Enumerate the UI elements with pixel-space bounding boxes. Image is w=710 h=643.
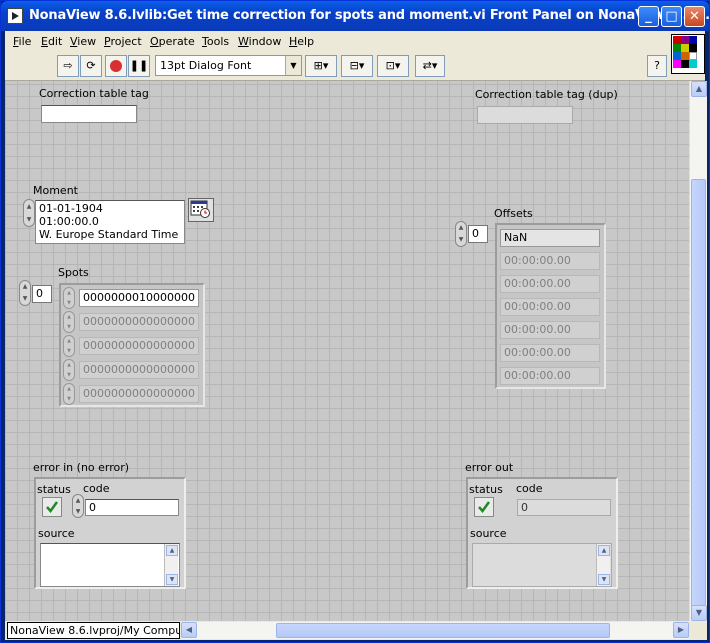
error-in-code-label: code [83, 482, 110, 495]
scroll-left-icon[interactable]: ◀ [181, 622, 197, 638]
vertical-scrollbar[interactable]: ▲ ▼ [689, 81, 707, 621]
font-select-value: 13pt Dialog Font [160, 59, 252, 72]
horizontal-scroll-thumb[interactable] [276, 623, 610, 638]
app-window: NonaView 8.6.lvlib:Get time correction f… [0, 0, 710, 643]
spots-index-stepper[interactable]: ▲ ▼ [19, 280, 31, 306]
spot-value: 0000000000000000 [79, 313, 199, 331]
spot-value[interactable]: 0000000010000000 [79, 289, 199, 307]
spot-stepper-icon[interactable]: ▲ ▼ [63, 287, 75, 309]
offset-value: 00:00:00.00 [500, 367, 600, 385]
offset-value: NaN [500, 229, 600, 247]
offsets-index[interactable]: 0 [468, 225, 488, 243]
scroll-down-icon[interactable]: ▼ [166, 574, 178, 585]
spot-stepper-icon: ▲ ▼ [63, 383, 75, 405]
moment-timestamp[interactable]: 01-01-1904 01:00:00.0 W. Europe Standard… [35, 200, 185, 244]
scroll-down-icon[interactable]: ▼ [691, 605, 707, 621]
window-title: NonaView 8.6.lvlib:Get time correction f… [29, 8, 710, 23]
error-in-source-field[interactable] [40, 543, 180, 587]
align-icon[interactable]: ⊞▾ [305, 55, 337, 77]
offset-value: 00:00:00.00 [500, 275, 600, 293]
moment-time: 01:00:00.0 [39, 215, 99, 228]
correction-tag-input[interactable] [41, 105, 137, 123]
toolbar: ⇨ ⟳ ❚❚ 13pt Dialog Font ▼ ⊞▾ ⊟▾ ⊡▾ ⇄▾ ? [5, 51, 705, 81]
distribute-icon[interactable]: ⊟▾ [341, 55, 373, 77]
spot-stepper-icon: ▲ ▼ [63, 311, 75, 333]
correction-tag-dup-label: Correction table tag (dup) [475, 88, 618, 101]
calendar-icon[interactable] [188, 198, 214, 222]
error-out-source-scrollbar[interactable]: ▲ ▼ [596, 544, 610, 586]
error-out-source-field [472, 543, 612, 587]
spots-label: Spots [58, 266, 89, 279]
offset-value: 00:00:00.00 [500, 344, 600, 362]
front-panel: Correction table tag Correction table ta… [5, 81, 689, 621]
menu-tools[interactable]: Tools [202, 35, 229, 48]
menu-operate[interactable]: Operate [150, 35, 195, 48]
minimize-button[interactable]: _ [638, 6, 659, 27]
error-in-source-scrollbar[interactable]: ▲ ▼ [164, 544, 178, 586]
spot-stepper-icon: ▲ ▼ [63, 359, 75, 381]
abort-icon[interactable] [105, 55, 127, 77]
title-bar[interactable]: NonaView 8.6.lvlib:Get time correction f… [1, 1, 710, 31]
error-in-label: error in (no error) [33, 461, 130, 474]
scroll-up-icon[interactable]: ▲ [598, 545, 610, 556]
vi-palette-icon[interactable] [671, 34, 705, 74]
project-path[interactable]: NonaView 8.6.lvproj/My Computer [7, 622, 180, 639]
menu-view[interactable]: View [70, 35, 96, 48]
error-out-code-label: code [516, 482, 543, 495]
scroll-up-icon[interactable]: ▲ [691, 81, 707, 97]
menu-project[interactable]: Project [104, 35, 142, 48]
vertical-scroll-thumb[interactable] [691, 179, 706, 611]
offset-value: 00:00:00.00 [500, 298, 600, 316]
error-in-status-check[interactable] [42, 497, 62, 517]
pause-icon[interactable]: ❚❚ [128, 55, 150, 77]
maximize-button[interactable]: □ [661, 6, 682, 27]
checkmark-icon [46, 501, 59, 514]
vi-icon [7, 8, 23, 24]
offset-value: 00:00:00.00 [500, 252, 600, 270]
spot-value: 0000000000000000 [79, 385, 199, 403]
spots-index[interactable]: 0 [32, 285, 52, 303]
error-in-status-label: status [37, 483, 71, 496]
scroll-up-icon[interactable]: ▲ [166, 545, 178, 556]
horizontal-scrollbar[interactable]: ◀ ▶ [181, 622, 689, 639]
resize-icon[interactable]: ⊡▾ [377, 55, 409, 77]
menu-bar: File Edit View Project Operate Tools Win… [5, 31, 705, 51]
checkmark-icon [478, 501, 491, 514]
menu-file[interactable]: File [13, 35, 31, 48]
status-bar: NonaView 8.6.lvproj/My Computer ◀ ▶ [5, 621, 707, 640]
correction-tag-dup-indicator [477, 106, 573, 124]
menu-help[interactable]: Help [289, 35, 314, 48]
reorder-icon[interactable]: ⇄▾ [415, 55, 445, 77]
offsets-label: Offsets [494, 207, 533, 220]
chevron-down-icon: ▼ [285, 56, 301, 75]
help-button[interactable]: ? [647, 55, 667, 77]
offsets-index-stepper[interactable]: ▲ ▼ [455, 221, 467, 247]
close-button[interactable]: ✕ [684, 6, 705, 27]
error-out-label: error out [465, 461, 514, 474]
error-in-source-label: source [38, 527, 75, 540]
error-out-source-label: source [470, 527, 507, 540]
error-in-code-field[interactable]: 0 [85, 499, 179, 516]
error-out-code-field: 0 [517, 499, 611, 516]
run-continuous-icon[interactable]: ⟳ [80, 55, 102, 77]
moment-date: 01-01-1904 [39, 202, 103, 215]
error-in-code-stepper[interactable]: ▲ ▼ [72, 494, 84, 518]
moment-label: Moment [33, 184, 78, 197]
menu-window[interactable]: Window [238, 35, 281, 48]
scroll-down-icon[interactable]: ▼ [598, 574, 610, 585]
spot-value: 0000000000000000 [79, 361, 199, 379]
correction-tag-label: Correction table tag [39, 87, 149, 100]
font-select[interactable]: 13pt Dialog Font ▼ [155, 55, 302, 76]
moment-increment-icon[interactable]: ▲ ▼ [23, 199, 35, 227]
error-out-status-indicator [474, 497, 494, 517]
spot-stepper-icon: ▲ ▼ [63, 335, 75, 357]
run-arrow-icon[interactable]: ⇨ [57, 55, 79, 77]
menu-edit[interactable]: Edit [41, 35, 62, 48]
spot-value: 0000000000000000 [79, 337, 199, 355]
offset-value: 00:00:00.00 [500, 321, 600, 339]
scroll-right-icon[interactable]: ▶ [673, 622, 689, 638]
error-out-status-label: status [469, 483, 503, 496]
moment-timezone: W. Europe Standard Time [39, 228, 179, 241]
